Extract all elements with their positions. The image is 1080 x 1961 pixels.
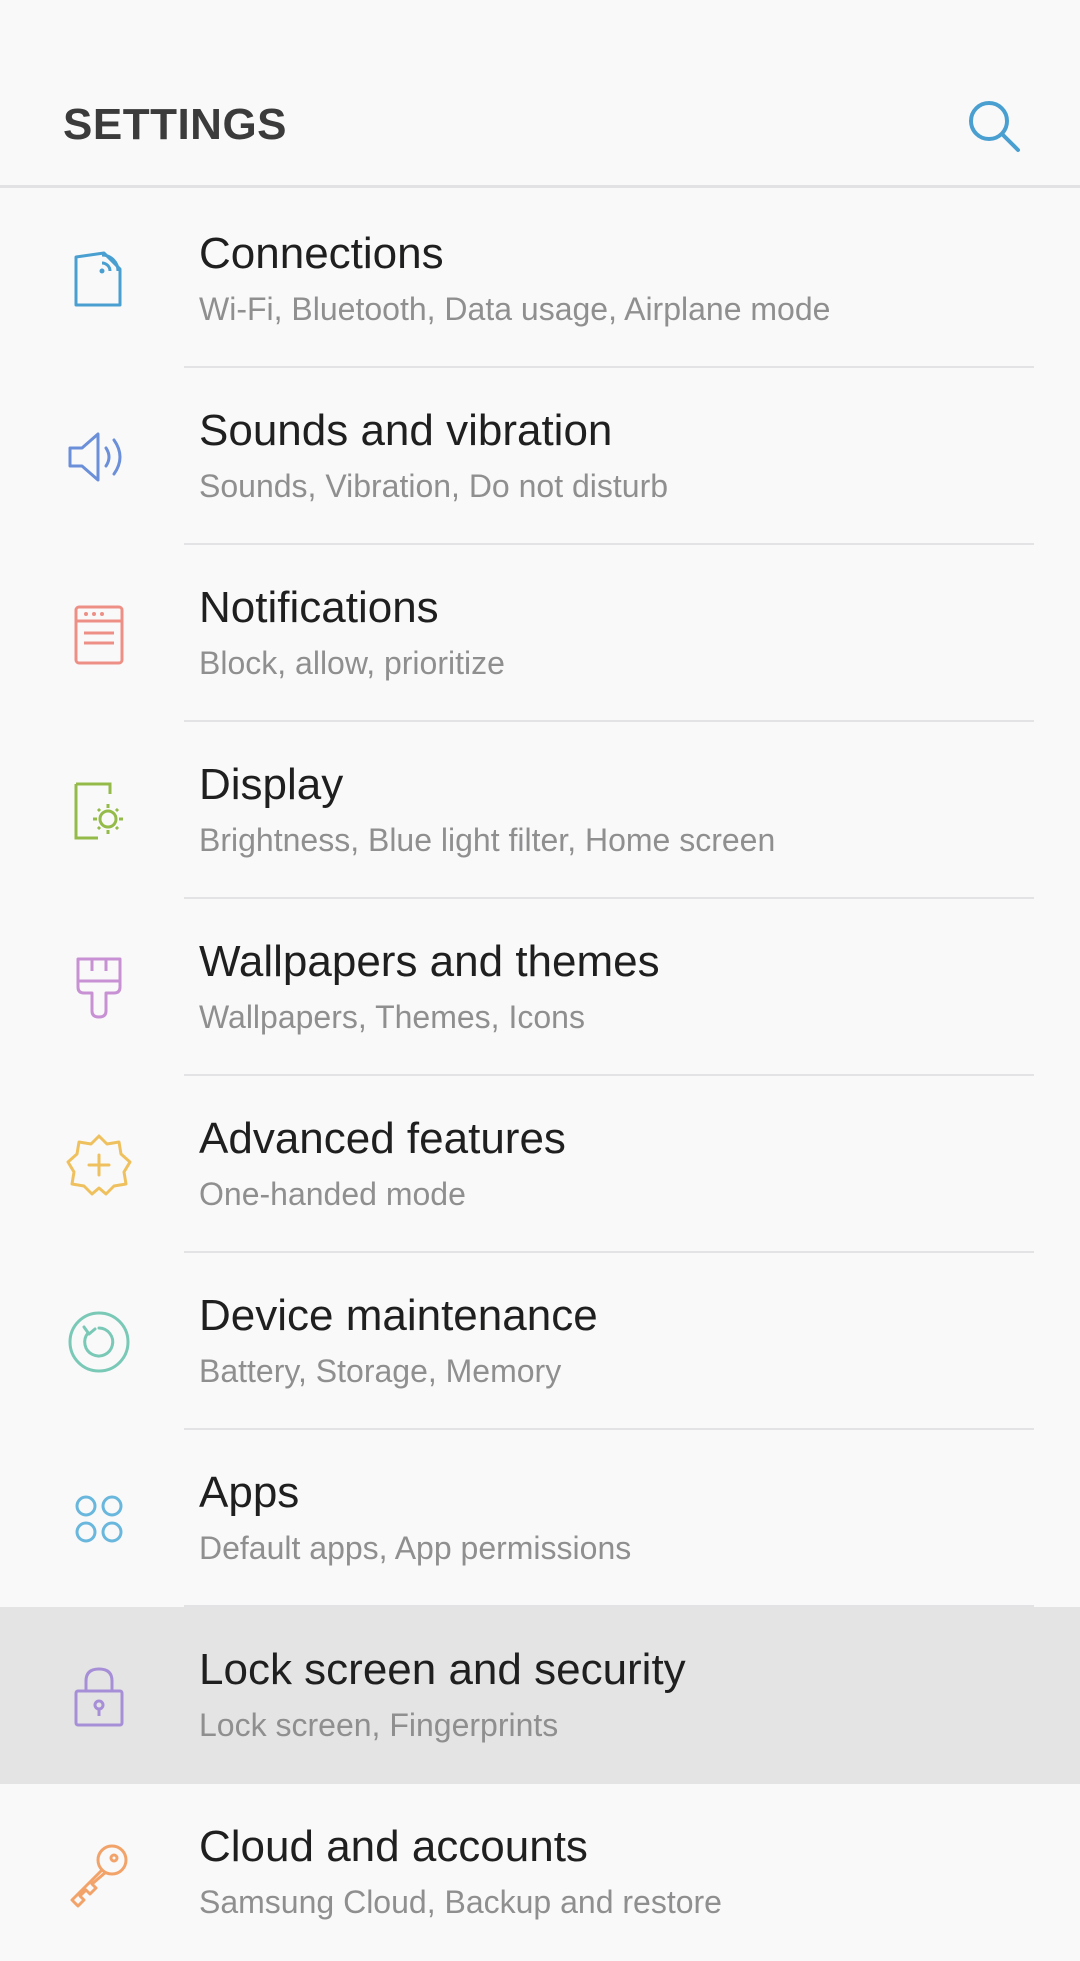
connections-icon (62, 243, 136, 317)
item-label: Apps (199, 1468, 300, 1517)
item-subtitle: Default apps, App permissions (199, 1530, 632, 1566)
paintbrush-icon (62, 951, 136, 1025)
item-subtitle: Sounds, Vibration, Do not disturb (199, 468, 669, 504)
item-label: Display (199, 760, 344, 809)
lock-icon (62, 1659, 136, 1733)
settings-item-notifications[interactable]: Notifications Block, allow, prioritize (0, 545, 1080, 722)
settings-item-apps[interactable]: Apps Default apps, App permissions (0, 1430, 1080, 1607)
display-icon (62, 774, 136, 848)
settings-item-advanced[interactable]: Advanced features One-handed mode (0, 1076, 1080, 1253)
item-label: Advanced features (199, 1114, 566, 1163)
item-label: Device maintenance (199, 1291, 598, 1340)
item-label: Lock screen and security (199, 1645, 686, 1694)
notifications-icon (62, 597, 136, 671)
item-label: Sounds and vibration (199, 406, 613, 455)
item-label: Wallpapers and themes (199, 937, 660, 986)
settings-item-wallpapers[interactable]: Wallpapers and themes Wallpapers, Themes… (0, 899, 1080, 1076)
settings-item-connections[interactable]: Connections Wi-Fi, Bluetooth, Data usage… (0, 191, 1080, 368)
search-icon[interactable] (966, 98, 1022, 154)
settings-item-lock-screen[interactable]: Lock screen and security Lock screen, Fi… (0, 1607, 1080, 1784)
settings-item-cloud[interactable]: Cloud and accounts Samsung Cloud, Backup… (0, 1784, 1080, 1961)
item-subtitle: Lock screen, Fingerprints (199, 1707, 559, 1743)
item-subtitle: Wi-Fi, Bluetooth, Data usage, Airplane m… (199, 291, 831, 327)
app-header: SETTINGS (0, 0, 1080, 188)
item-subtitle: Battery, Storage, Memory (199, 1353, 562, 1389)
item-subtitle: Samsung Cloud, Backup and restore (199, 1884, 722, 1920)
item-label: Notifications (199, 583, 439, 632)
item-subtitle: Wallpapers, Themes, Icons (199, 999, 585, 1035)
item-subtitle: Brightness, Blue light filter, Home scre… (199, 822, 776, 858)
settings-item-maintenance[interactable]: Device maintenance Battery, Storage, Mem… (0, 1253, 1080, 1430)
settings-item-display[interactable]: Display Brightness, Blue light filter, H… (0, 722, 1080, 899)
item-label: Connections (199, 229, 444, 278)
page-title: SETTINGS (63, 100, 288, 149)
settings-item-sounds[interactable]: Sounds and vibration Sounds, Vibration, … (0, 368, 1080, 545)
item-subtitle: One-handed mode (199, 1176, 466, 1212)
gear-plus-icon (62, 1128, 136, 1202)
apps-grid-icon (62, 1482, 136, 1556)
item-subtitle: Block, allow, prioritize (199, 645, 505, 681)
item-label: Cloud and accounts (199, 1822, 588, 1871)
key-icon (62, 1836, 136, 1910)
refresh-circle-icon (62, 1305, 136, 1379)
settings-list: Connections Wi-Fi, Bluetooth, Data usage… (0, 191, 1080, 1961)
speaker-icon (62, 420, 136, 494)
